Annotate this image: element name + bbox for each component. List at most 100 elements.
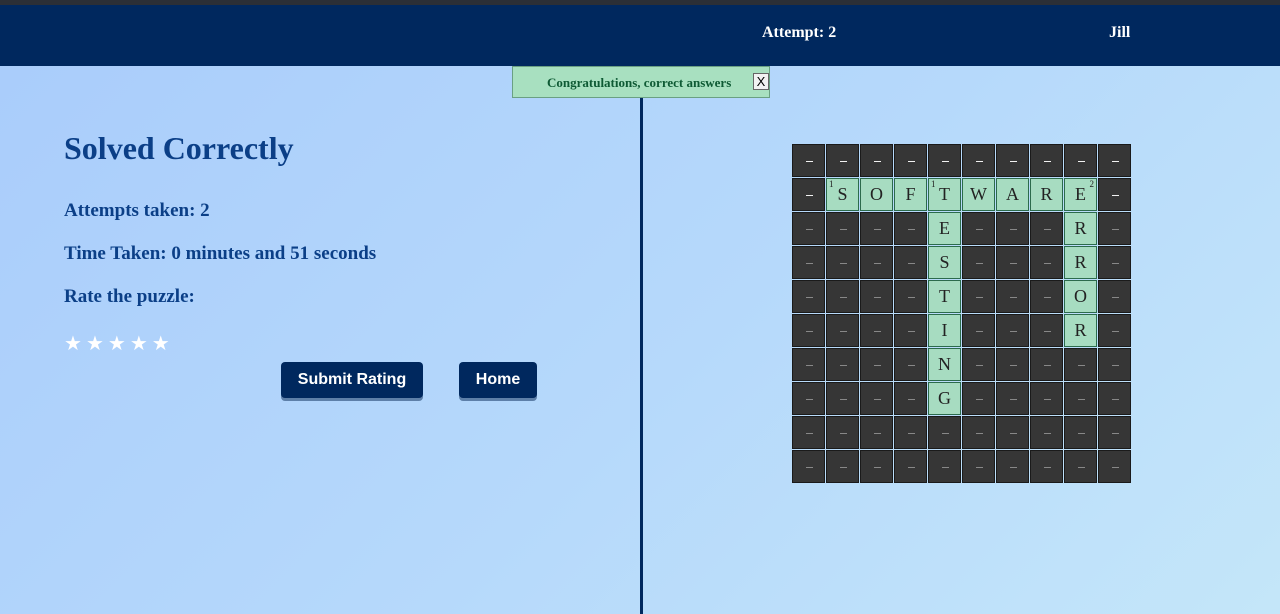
crossword-block-cell: [1098, 348, 1131, 381]
crossword-letter-cell[interactable]: E: [928, 212, 961, 245]
crossword-block-cell: [792, 144, 825, 177]
crossword-letter-cell[interactable]: F: [894, 178, 927, 211]
result-title: Solved Correctly: [64, 130, 294, 166]
attempt-counter: Attempt: 2: [762, 24, 837, 41]
crossword-block-cell: [860, 450, 893, 483]
crossword-block-cell: [928, 450, 961, 483]
crossword-block-cell: [860, 416, 893, 449]
crossword-block-cell: [996, 246, 1029, 279]
crossword-block-cell: [826, 314, 859, 347]
cell-letter: R: [1074, 218, 1087, 238]
cell-letter: R: [1074, 320, 1087, 340]
crossword-block-cell: [1064, 416, 1097, 449]
cell-letter: R: [1074, 252, 1087, 272]
crossword-block-cell: [1030, 348, 1063, 381]
crossword-block-cell: [962, 416, 995, 449]
crossword-block-cell: [860, 144, 893, 177]
cell-letter: I: [941, 320, 948, 340]
rate-label: Rate the puzzle:: [64, 286, 195, 307]
crossword-letter-cell[interactable]: R: [1064, 314, 1097, 347]
crossword-block-cell: [860, 280, 893, 313]
crossword-block-cell: [962, 144, 995, 177]
crossword-block-cell: [1098, 450, 1131, 483]
crossword-letter-cell[interactable]: E2: [1064, 178, 1097, 211]
success-toast: Congratulations, correct answers X: [512, 66, 770, 98]
crossword-block-cell: [1064, 144, 1097, 177]
crossword-block-cell: [1030, 450, 1063, 483]
cell-letter: A: [1006, 184, 1019, 204]
attempts-taken: Attempts taken: 2: [64, 200, 210, 221]
star-icon[interactable]: ★: [108, 332, 126, 354]
crossword-block-cell: [996, 416, 1029, 449]
crossword-letter-cell[interactable]: I: [928, 314, 961, 347]
crossword-letter-cell[interactable]: A: [996, 178, 1029, 211]
cell-letter: E: [1075, 184, 1086, 204]
crossword-block-cell: [792, 416, 825, 449]
crossword-block-cell: [1098, 212, 1131, 245]
crossword-block-cell: [928, 144, 961, 177]
crossword-letter-cell[interactable]: T: [928, 280, 961, 313]
crossword-block-cell: [826, 450, 859, 483]
crossword-letter-cell[interactable]: T1: [928, 178, 961, 211]
crossword-block-cell: [826, 382, 859, 415]
crossword-block-cell: [996, 144, 1029, 177]
crossword-letter-cell[interactable]: W: [962, 178, 995, 211]
crossword-letter-cell[interactable]: O: [860, 178, 893, 211]
clue-number: 2: [1089, 179, 1095, 189]
cell-letter: N: [938, 354, 951, 374]
cell-letter: E: [939, 218, 950, 238]
crossword-letter-cell[interactable]: R: [1030, 178, 1063, 211]
crossword-block-cell: [826, 348, 859, 381]
crossword-block-cell: [860, 212, 893, 245]
crossword-block-cell: [826, 280, 859, 313]
crossword-block-cell: [792, 314, 825, 347]
star-rating: ★ ★ ★ ★ ★: [64, 332, 170, 354]
crossword-block-cell: [996, 314, 1029, 347]
crossword-block-cell: [894, 144, 927, 177]
crossword-block-cell: [1064, 382, 1097, 415]
crossword-block-cell: [792, 348, 825, 381]
submit-rating-button[interactable]: Submit Rating: [281, 362, 423, 398]
top-bar: Attempt: 2 Jill: [0, 5, 1280, 66]
crossword-block-cell: [792, 280, 825, 313]
crossword-block-cell: [860, 348, 893, 381]
star-icon[interactable]: ★: [130, 332, 148, 354]
star-icon[interactable]: ★: [152, 332, 170, 354]
crossword-block-cell: [996, 348, 1029, 381]
crossword-block-cell: [792, 382, 825, 415]
cell-letter: G: [938, 388, 951, 408]
home-button[interactable]: Home: [459, 362, 537, 398]
crossword-grid: S1OFT1WARE2ERSRTOIRNG: [792, 144, 1132, 484]
crossword-letter-cell[interactable]: N: [928, 348, 961, 381]
crossword-block-cell: [1030, 416, 1063, 449]
crossword-block-cell: [894, 416, 927, 449]
crossword-block-cell: [1030, 314, 1063, 347]
crossword-letter-cell[interactable]: S1: [826, 178, 859, 211]
crossword-letter-cell[interactable]: G: [928, 382, 961, 415]
crossword-block-cell: [1098, 178, 1131, 211]
crossword-block-cell: [962, 246, 995, 279]
crossword-letter-cell[interactable]: R: [1064, 212, 1097, 245]
crossword-letter-cell[interactable]: O: [1064, 280, 1097, 313]
crossword-block-cell: [894, 450, 927, 483]
panel-divider: [640, 98, 643, 614]
crossword-block-cell: [962, 382, 995, 415]
cell-letter: S: [837, 184, 848, 204]
toast-close-button[interactable]: X: [753, 73, 769, 90]
crossword-block-cell: [1098, 314, 1131, 347]
cell-letter: T: [939, 184, 950, 204]
star-icon[interactable]: ★: [64, 332, 82, 354]
crossword-block-cell: [1030, 382, 1063, 415]
crossword-block-cell: [1030, 280, 1063, 313]
cell-letter: F: [905, 184, 916, 204]
crossword-block-cell: [826, 144, 859, 177]
cell-letter: R: [1040, 184, 1053, 204]
crossword-block-cell: [826, 246, 859, 279]
clue-number: 1: [931, 179, 936, 189]
crossword-letter-cell[interactable]: R: [1064, 246, 1097, 279]
crossword-block-cell: [1098, 280, 1131, 313]
star-icon[interactable]: ★: [86, 332, 104, 354]
crossword-letter-cell[interactable]: S: [928, 246, 961, 279]
crossword-block-cell: [996, 382, 1029, 415]
crossword-block-cell: [1098, 416, 1131, 449]
